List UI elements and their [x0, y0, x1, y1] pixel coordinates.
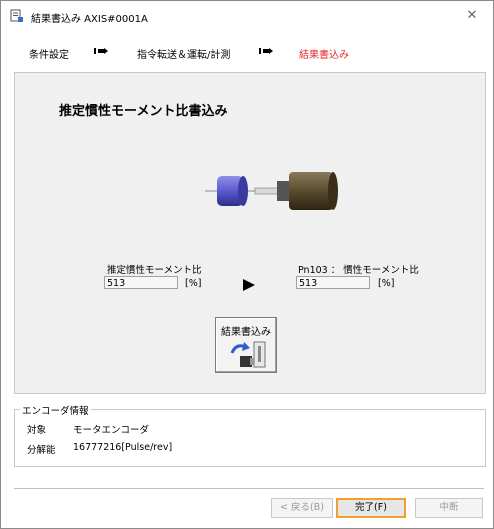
dialog-window: 結果書込み AXIS#0001A ✕ 条件設定 指令転送＆運転/計測 結果書込み… [0, 0, 494, 529]
step-arrow-icon [259, 48, 273, 54]
step-condition-settings: 条件設定 [29, 50, 69, 61]
finish-button[interactable]: 完了(F) [336, 498, 406, 518]
step-arrow-icon [94, 48, 108, 54]
pn103-label: Pn103 ： 慣性モーメント比 [298, 265, 419, 276]
encoder-target-label: 対象 [27, 425, 47, 436]
step-indicator: 条件設定 指令転送＆運転/計測 結果書込み [1, 39, 493, 63]
pn103-unit: [%] [378, 278, 395, 289]
estimated-inertia-ratio-unit: [%] [185, 278, 202, 289]
write-to-drive-icon [230, 341, 266, 368]
step-command-transfer: 指令転送＆運転/計測 [137, 50, 231, 61]
write-result-button[interactable]: 結果書込み [215, 317, 277, 373]
estimated-inertia-ratio-label: 推定慣性モーメント比 [107, 265, 202, 276]
close-button[interactable]: ✕ [457, 5, 487, 27]
motor-load-illustration [205, 172, 338, 210]
encoder-info-group: エンコーダ情報 対象 モータエンコーダ 分解能 16777216[Pulse/r… [14, 403, 486, 467]
step-write-results: 結果書込み [299, 50, 349, 61]
estimated-inertia-ratio-value: 513 [104, 276, 178, 289]
transfer-arrow-icon [243, 279, 255, 291]
footer-divider [14, 488, 484, 489]
encoder-info-title: エンコーダ情報 [20, 403, 91, 417]
app-icon [10, 9, 23, 22]
write-panel: 推定慣性モーメント比書込み 推定慣性モーメント比 513 [%] Pn103 ：… [14, 72, 486, 394]
encoder-target-value: モータエンコーダ [73, 425, 150, 436]
close-icon: ✕ [466, 8, 478, 23]
write-result-button-label: 結果書込み [221, 327, 271, 338]
page-title: 推定慣性モーメント比書込み [59, 104, 228, 119]
encoder-resolution-label: 分解能 [27, 445, 56, 456]
window-title: 結果書込み AXIS#0001A [31, 14, 148, 25]
abort-button[interactable]: 中断 [415, 498, 483, 518]
title-bar: 結果書込み AXIS#0001A ✕ [1, 1, 493, 31]
pn103-value: 513 [296, 276, 370, 289]
encoder-resolution-value: 16777216[Pulse/rev] [73, 442, 173, 453]
back-button[interactable]: < 戻る(B) [271, 498, 333, 518]
